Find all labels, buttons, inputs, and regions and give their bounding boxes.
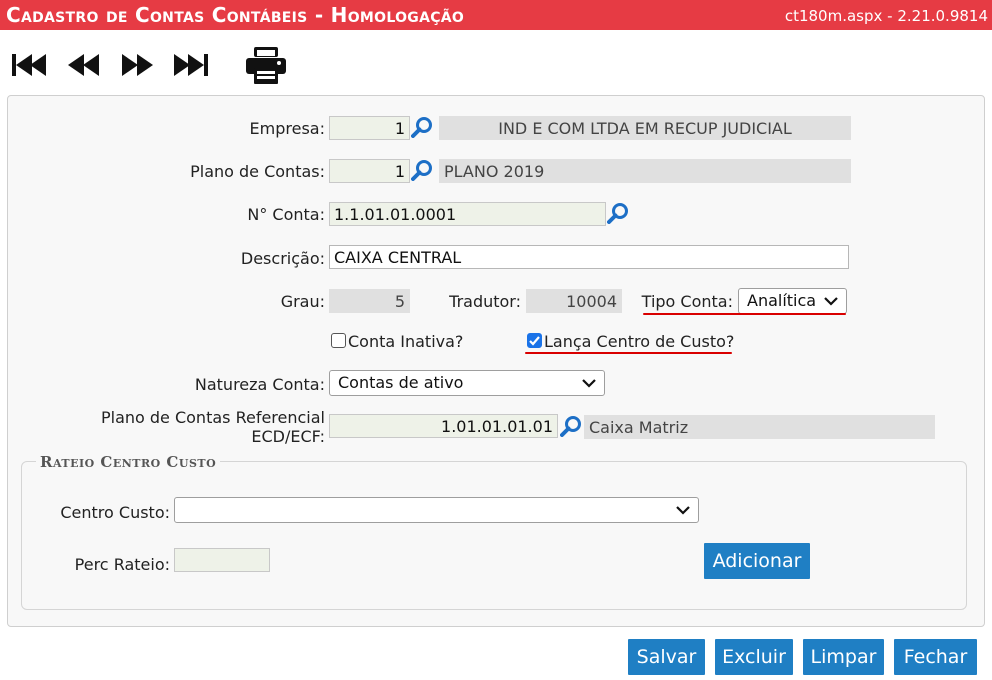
descricao-input[interactable]: CAIXA CENTRAL	[329, 245, 849, 269]
tipo-conta-value: Analítica	[747, 291, 817, 310]
plano-ref-search-icon[interactable]	[560, 415, 582, 437]
grau-field: 5	[329, 289, 410, 313]
rateio-fieldset	[21, 461, 967, 610]
natureza-value: Contas de ativo	[338, 373, 464, 392]
plano-ref-code-input[interactable]: 1.01.01.01.01	[329, 414, 558, 438]
descricao-label: Descrição:	[240, 249, 325, 268]
delete-button[interactable]: Excluir	[715, 639, 793, 675]
plano-ref-name-field: Caixa Matriz	[584, 415, 935, 439]
close-button[interactable]: Fechar	[894, 639, 977, 675]
conta-inativa-checkbox[interactable]	[331, 333, 346, 348]
natureza-label: Natureza Conta:	[194, 375, 325, 394]
tradutor-field: 10004	[526, 289, 622, 313]
empresa-name-field: IND E COM LTDA EM RECUP JUDICIAL	[439, 116, 851, 140]
chevron-down-icon	[824, 292, 838, 314]
plano-ref-label-2: ECD/ECF:	[251, 427, 325, 446]
rateio-legend: Rateio Centro Custo	[36, 453, 221, 471]
lanca-cc-underline	[525, 352, 732, 354]
tipo-conta-label: Tipo Conta:	[641, 292, 733, 311]
title-bar: Cadastro de Contas Contábeis - Homologaç…	[0, 0, 992, 30]
grau-label: Grau:	[280, 292, 325, 311]
empresa-label: Empresa:	[249, 119, 325, 138]
skip-first-icon[interactable]	[12, 46, 52, 82]
clear-button[interactable]: Limpar	[803, 639, 884, 675]
empresa-search-icon[interactable]	[411, 116, 433, 138]
centro-custo-label: Centro Custo:	[60, 503, 170, 522]
conta-input[interactable]: 1.1.01.01.0001	[329, 202, 606, 226]
save-button[interactable]: Salvar	[628, 639, 705, 675]
plano-label: Plano de Contas:	[190, 162, 325, 181]
printer-icon[interactable]	[245, 46, 287, 84]
version-label: ct180m.aspx - 2.21.0.9814	[784, 7, 988, 25]
skip-last-icon[interactable]	[174, 46, 214, 82]
plano-ref-label-1: Plano de Contas Referencial	[100, 408, 325, 427]
tipo-conta-underline	[643, 313, 846, 315]
empresa-code-input[interactable]: 1	[329, 116, 410, 140]
tipo-conta-select[interactable]: Analítica	[738, 288, 847, 314]
conta-search-icon[interactable]	[607, 202, 629, 224]
plano-code-input[interactable]: 1	[329, 159, 410, 183]
page-title: Cadastro de Contas Contábeis - Homologaç…	[6, 3, 465, 27]
previous-icon[interactable]	[68, 46, 104, 82]
conta-inativa-label: Conta Inativa?	[348, 332, 464, 351]
next-icon[interactable]	[122, 46, 158, 82]
perc-rateio-input[interactable]	[174, 548, 270, 572]
perc-rateio-label: Perc Rateio:	[74, 555, 170, 574]
lanca-centro-custo-label: Lança Centro de Custo?	[544, 332, 735, 351]
natureza-select[interactable]: Contas de ativo	[329, 370, 605, 396]
centro-custo-select[interactable]	[174, 497, 699, 523]
tradutor-label: Tradutor:	[449, 292, 521, 311]
chevron-down-icon	[676, 501, 690, 523]
lanca-centro-custo-checkbox[interactable]	[527, 333, 542, 348]
adicionar-button[interactable]: Adicionar	[704, 543, 810, 579]
conta-label: N° Conta:	[247, 205, 325, 224]
plano-name-field: PLANO 2019	[439, 159, 851, 183]
chevron-down-icon	[582, 374, 596, 396]
plano-search-icon[interactable]	[411, 159, 433, 181]
